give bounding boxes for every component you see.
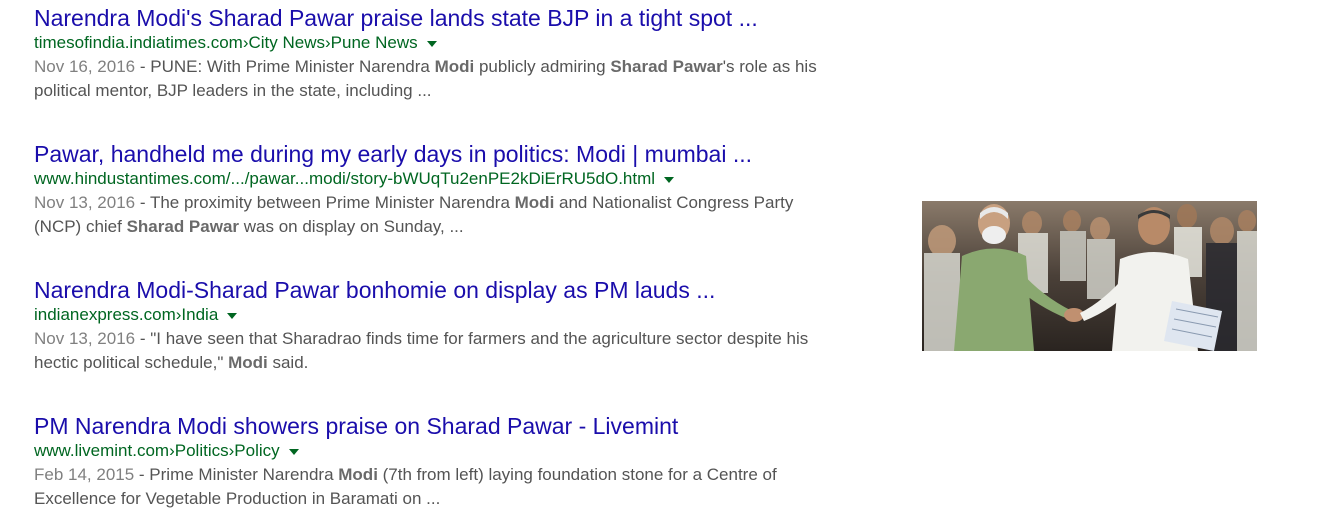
snippet-fragment: was on display on Sunday, ... [239, 217, 464, 236]
url-domain[interactable]: indianexpress.com [34, 304, 176, 326]
result-title-link[interactable]: Narendra Modi's Sharad Pawar praise land… [34, 4, 834, 32]
snippet-fragment: publicly admiring [474, 57, 611, 76]
result-url: indianexpress.com › India [34, 304, 834, 326]
chevron-down-icon[interactable] [664, 177, 675, 183]
url-domain[interactable]: www.hindustantimes.com/.../pawar...modi/… [34, 168, 655, 190]
search-result: Pawar, handheld me during my early days … [34, 140, 834, 239]
snippet-keyword: Modi [338, 465, 378, 484]
chevron-down-icon[interactable] [227, 313, 238, 319]
snippet-fragment: - PUNE: With Prime Minister Narendra [135, 57, 435, 76]
result-url: www.livemint.com › Politics › Policy [34, 440, 834, 462]
result-date: Nov 16, 2016 [34, 57, 136, 76]
url-crumb[interactable]: India [181, 304, 218, 326]
search-result: Narendra Modi-Sharad Pawar bonhomie on d… [34, 276, 834, 375]
result-date: Feb 14, 2015 [34, 465, 135, 484]
chevron-down-icon[interactable] [288, 449, 299, 455]
result-title-link[interactable]: PM Narendra Modi showers praise on Shara… [34, 412, 834, 440]
url-domain[interactable]: timesofindia.indiatimes.com [34, 32, 243, 54]
url-crumb[interactable]: City News [248, 32, 325, 54]
snippet-text: - PUNE: With Prime Minister Narendra Mod… [34, 57, 817, 100]
snippet-fragment: - Prime Minister Narendra [134, 465, 339, 484]
snippet-fragment: - The proximity between Prime Minister N… [135, 193, 515, 212]
result-date: Nov 13, 2016 [34, 193, 136, 212]
result-url: timesofindia.indiatimes.com › City News … [34, 32, 834, 54]
result-snippet: Nov 13, 2016 - "I have seen that Sharadr… [34, 327, 834, 375]
result-title-link[interactable]: Narendra Modi-Sharad Pawar bonhomie on d… [34, 276, 834, 304]
search-result: PM Narendra Modi showers praise on Shara… [34, 412, 834, 511]
snippet-fragment: - "I have seen that Sharadrao finds time… [34, 329, 809, 372]
url-crumb[interactable]: Policy [234, 440, 279, 462]
snippet-text: - The proximity between Prime Minister N… [34, 193, 793, 236]
search-result: Narendra Modi's Sharad Pawar praise land… [34, 4, 834, 103]
result-snippet: Nov 13, 2016 - The proximity between Pri… [34, 191, 834, 239]
url-crumb[interactable]: Politics [175, 440, 229, 462]
snippet-text: - Prime Minister Narendra Modi (7th from… [34, 465, 777, 508]
snippet-keyword: Modi [434, 57, 475, 76]
result-url: www.hindustantimes.com/.../pawar...modi/… [34, 168, 834, 190]
snippet-keyword: Sharad Pawar [126, 217, 240, 236]
chevron-down-icon[interactable] [426, 41, 437, 47]
url-domain[interactable]: www.livemint.com [34, 440, 169, 462]
result-date: Nov 13, 2016 [34, 329, 136, 348]
result-title-link[interactable]: Pawar, handheld me during my early days … [34, 140, 834, 168]
snippet-keyword: Modi [514, 193, 555, 212]
url-crumb[interactable]: Pune News [331, 32, 418, 54]
result-thumbnail-image[interactable] [922, 201, 1257, 351]
snippet-text: - "I have seen that Sharadrao finds time… [34, 329, 808, 372]
handshake-photo [922, 201, 1257, 351]
snippet-keyword: Sharad Pawar [610, 57, 723, 76]
snippet-fragment: said. [267, 353, 309, 372]
snippet-keyword: Modi [228, 353, 268, 372]
result-snippet: Feb 14, 2015 - Prime Minister Narendra M… [34, 463, 834, 511]
result-snippet: Nov 16, 2016 - PUNE: With Prime Minister… [34, 55, 834, 103]
